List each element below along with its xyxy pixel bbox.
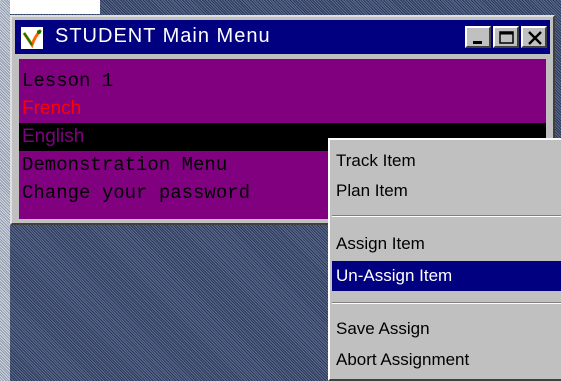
context-item-un-assign-item[interactable]: Un-Assign Item (332, 261, 561, 291)
close-icon (528, 31, 542, 45)
context-item-assign-item[interactable]: Assign Item (332, 229, 561, 259)
maximize-icon (499, 31, 514, 44)
context-item-abort-assignment[interactable]: Abort Assignment (332, 345, 561, 375)
app-leaf-icon (21, 27, 43, 49)
context-separator (332, 302, 561, 304)
desktop-corner (0, 0, 100, 14)
menu-item-french[interactable]: French (19, 95, 546, 123)
minimize-button[interactable] (465, 26, 491, 48)
minimize-icon (473, 41, 482, 44)
window-controls (465, 26, 547, 48)
menu-item-lesson-1[interactable]: Lesson 1 (19, 67, 546, 95)
title-bar[interactable]: STUDENT Main Menu (15, 20, 550, 54)
desktop-left-strip (0, 0, 10, 381)
close-button[interactable] (521, 26, 547, 48)
maximize-button[interactable] (493, 26, 519, 48)
context-item-plan-item[interactable]: Plan Item (332, 176, 561, 206)
context-separator (332, 215, 561, 217)
context-item-save-assign[interactable]: Save Assign (332, 314, 561, 344)
context-item-track-item[interactable]: Track Item (332, 146, 561, 176)
window-title: STUDENT Main Menu (55, 25, 271, 47)
context-menu: Track Item Plan Item Assign Item Un-Assi… (328, 138, 561, 381)
